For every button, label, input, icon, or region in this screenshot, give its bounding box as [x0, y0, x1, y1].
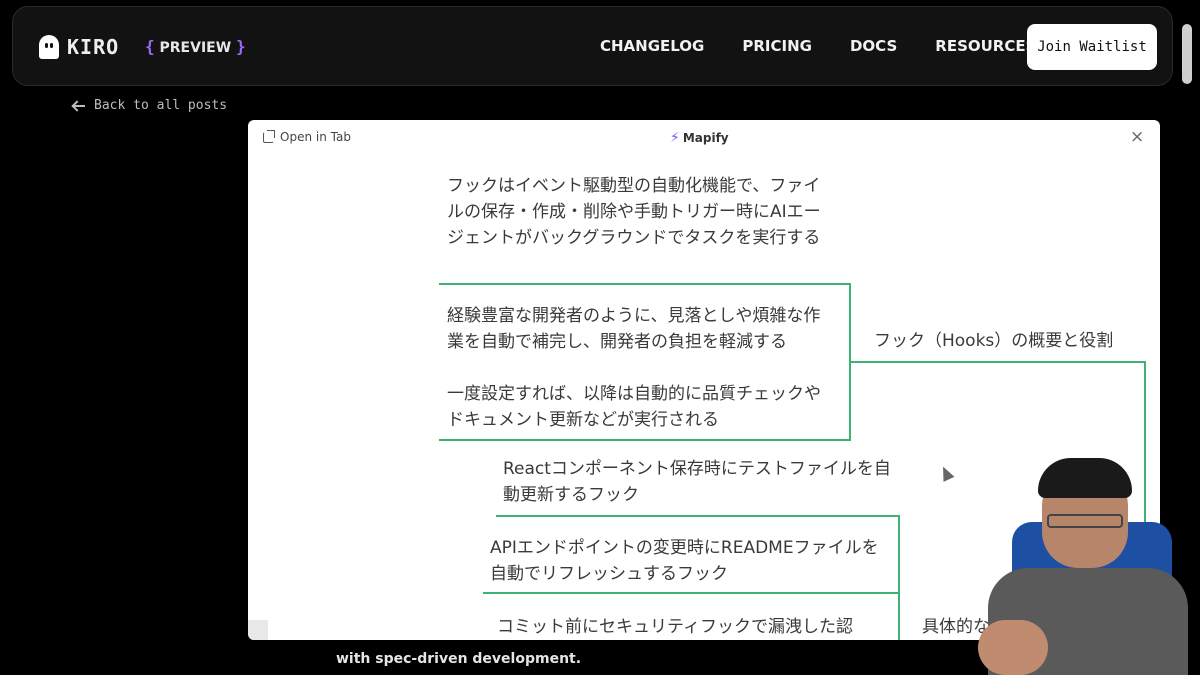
- mindmap-node[interactable]: APIエンドポイントの変更時にREADMEファイルを自動でリフレッシュするフック: [490, 535, 890, 587]
- mindmap-underline: [849, 361, 1145, 363]
- mindmap-node[interactable]: コミット前にセキュリティフックで漏洩した認: [497, 614, 887, 640]
- preview-badge-label: PREVIEW: [159, 40, 232, 56]
- nav-link-docs[interactable]: DOCS: [850, 37, 897, 55]
- preview-badge-close: }: [236, 37, 246, 56]
- mindmap-underline: [439, 283, 851, 285]
- article-footer-text: with spec-driven development.: [336, 651, 582, 667]
- preview-badge: { PREVIEW }: [145, 37, 246, 56]
- arrow-left-icon: [72, 101, 86, 111]
- mindmap-connector: [898, 515, 900, 640]
- mindmap-underline: [483, 592, 899, 594]
- nav-link-resources-label: RESOURCES: [935, 37, 1037, 55]
- mindmap-node[interactable]: 一度設定すれば、以降は自動的に品質チェックやドキュメント更新などが実行される: [447, 381, 837, 433]
- nav-link-changelog[interactable]: CHANGELOG: [600, 37, 704, 55]
- join-waitlist-button[interactable]: Join Waitlist: [1027, 24, 1157, 70]
- mindmap-node[interactable]: フックはイベント駆動型の自動化機能で、ファイルの保存・作成・削除や手動トリガー時…: [447, 173, 837, 251]
- presenter-hair: [1038, 458, 1132, 498]
- webcam-overlay: [930, 430, 1200, 675]
- external-link-icon: [263, 129, 275, 143]
- preview-badge-open: {: [145, 37, 155, 56]
- logo-text: KIRO: [67, 35, 120, 59]
- mindmap-node[interactable]: 経験豊富な開発者のように、見落としや煩雑な作業を自動で補完し、開発者の負担を軽減…: [447, 303, 837, 355]
- back-to-posts-link[interactable]: Back to all posts: [72, 98, 227, 113]
- open-in-tab-label: Open in Tab: [280, 130, 351, 144]
- open-in-tab-button[interactable]: Open in Tab: [263, 129, 351, 144]
- close-modal-button[interactable]: ×: [1130, 127, 1144, 147]
- mindmap-branch-label[interactable]: フック（Hooks）の概要と役割: [874, 328, 1144, 354]
- presenter-hands: [978, 620, 1048, 675]
- top-navbar: KIRO { PREVIEW } CHANGELOG PRICING DOCS …: [12, 6, 1173, 86]
- kiro-logo[interactable]: KIRO: [39, 35, 119, 59]
- mapify-brand-label: Mapify: [682, 131, 729, 145]
- nav-link-pricing[interactable]: PRICING: [742, 37, 812, 55]
- modal-header: Open in Tab ⚡ Mapify ×: [248, 120, 1160, 156]
- mindmap-underline: [439, 439, 851, 441]
- scrollbar[interactable]: [1182, 24, 1192, 84]
- mindmap-underline: [496, 515, 899, 517]
- presenter-glasses: [1047, 514, 1123, 528]
- lightning-icon: ⚡: [670, 130, 680, 146]
- mapify-brand: ⚡ Mapify: [670, 130, 729, 146]
- back-link-label: Back to all posts: [94, 98, 228, 113]
- nav-links: CHANGELOG PRICING DOCS RESOURCES: [600, 37, 1053, 55]
- modal-corner: [248, 620, 268, 640]
- mindmap-node[interactable]: Reactコンポーネント保存時にテストファイルを自動更新するフック: [503, 456, 893, 508]
- ghost-logo-icon: [39, 35, 59, 59]
